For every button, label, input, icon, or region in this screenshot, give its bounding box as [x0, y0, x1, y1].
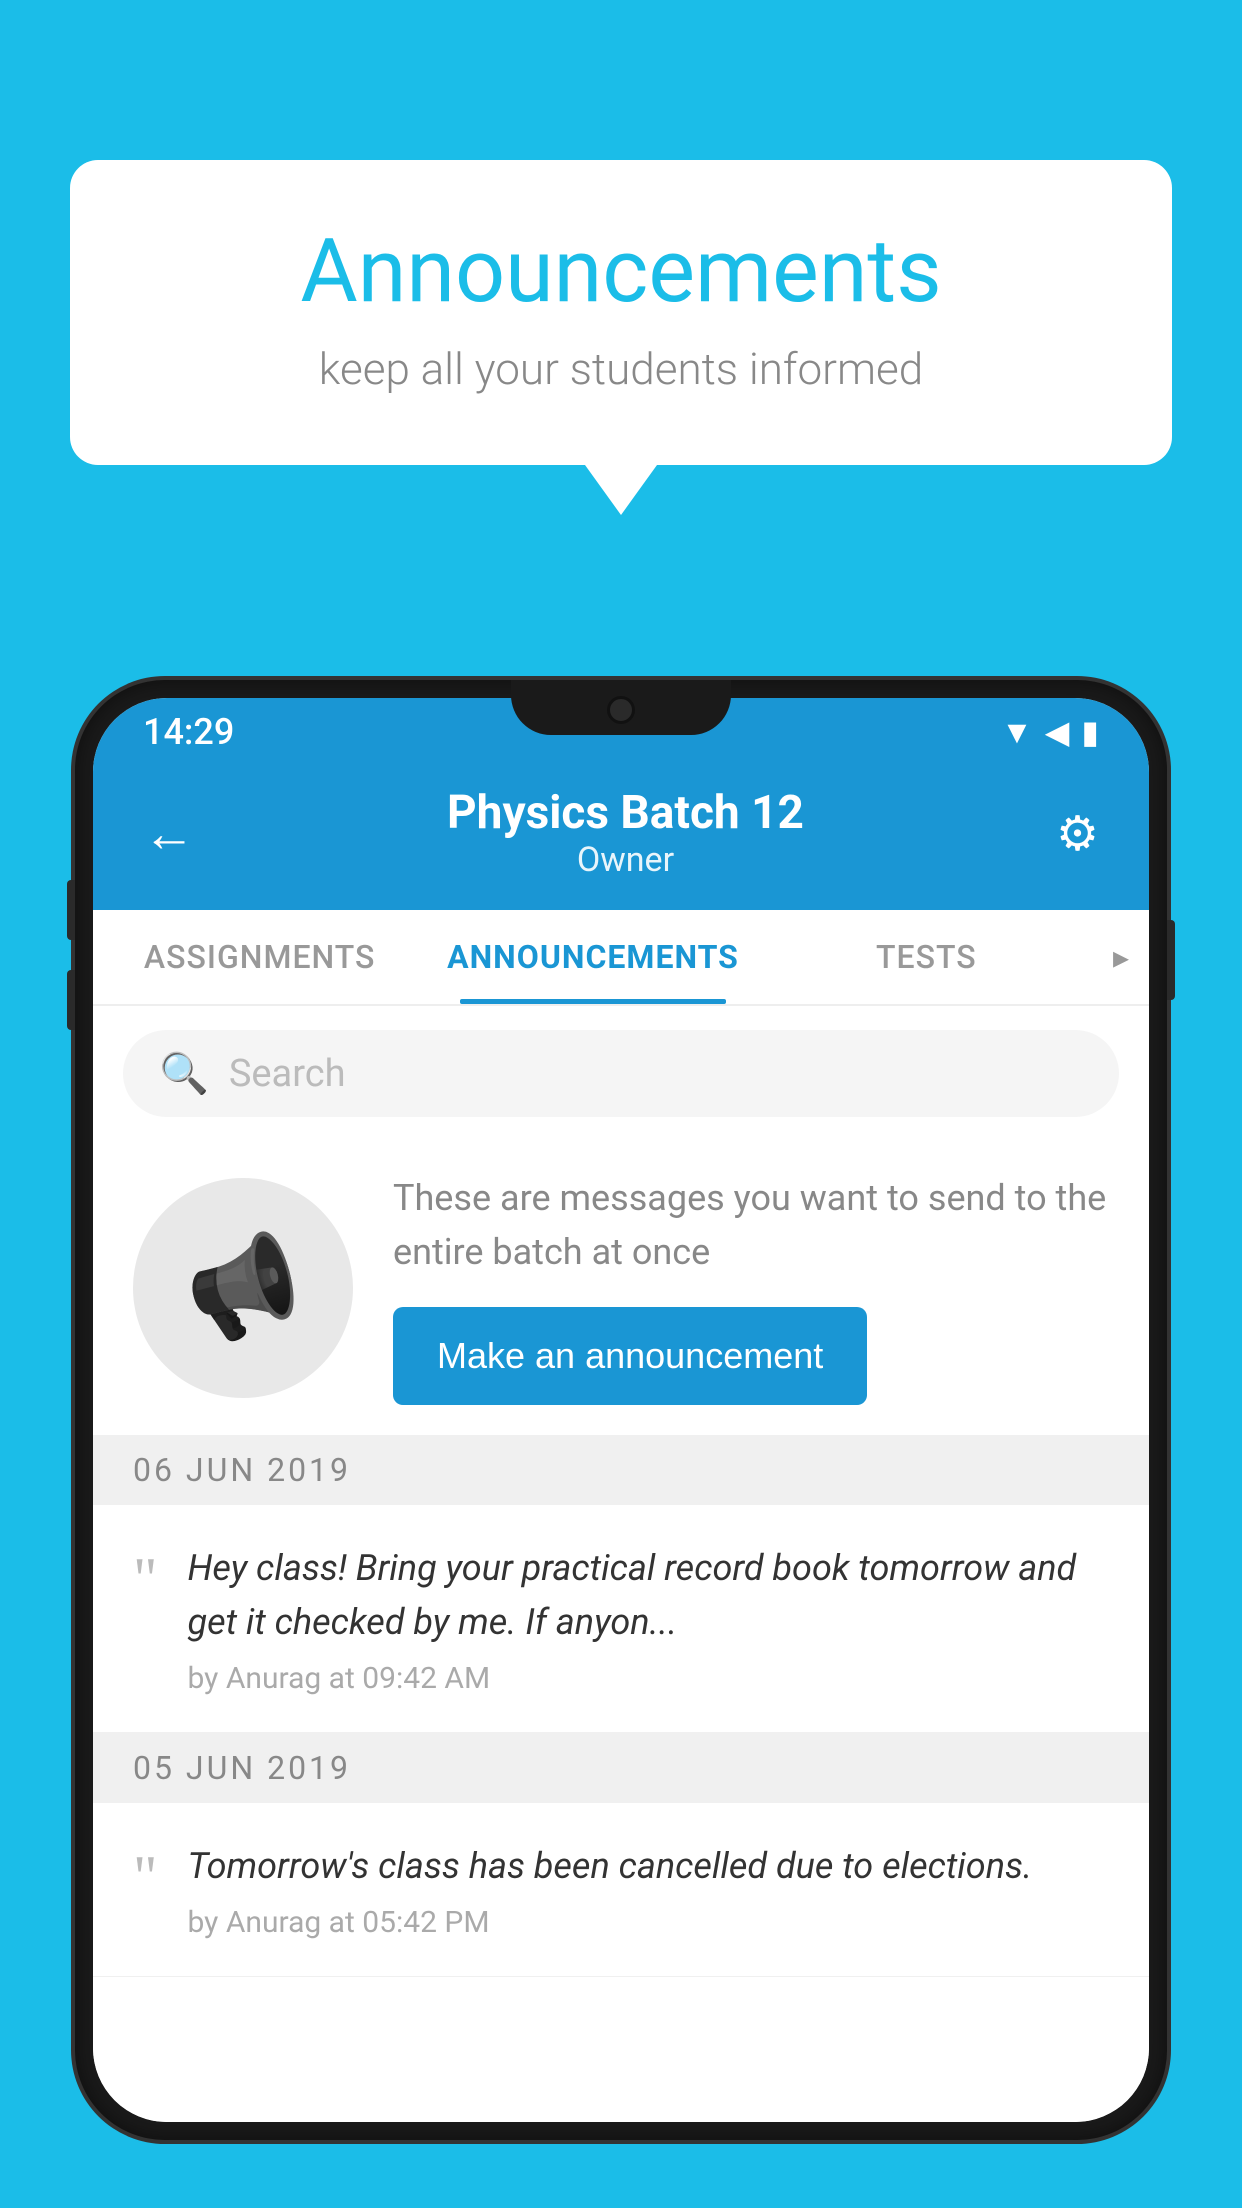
search-bar[interactable]: 🔍 Search — [123, 1030, 1119, 1117]
date-separator-1: 06 JUN 2019 — [93, 1435, 1149, 1505]
announcement-content-1: Hey class! Bring your practical record b… — [188, 1541, 1110, 1696]
status-time: 14:29 — [143, 711, 234, 753]
announcement-text-1: Hey class! Bring your practical record b… — [188, 1541, 1110, 1649]
tab-assignments[interactable]: ASSIGNMENTS — [93, 910, 426, 1004]
settings-icon[interactable]: ⚙ — [1056, 805, 1099, 862]
tab-more[interactable]: ▸ — [1093, 910, 1149, 1004]
batch-title: Physics Batch 12 — [447, 786, 804, 840]
announcement-item-1[interactable]: " Hey class! Bring your practical record… — [93, 1505, 1149, 1733]
front-camera — [607, 696, 635, 724]
promo-content: These are messages you want to send to t… — [393, 1171, 1109, 1405]
tabs-bar: ASSIGNMENTS ANNOUNCEMENTS TESTS ▸ — [93, 910, 1149, 1006]
back-button[interactable]: ← — [143, 803, 195, 864]
phone-notch — [511, 680, 731, 735]
speech-bubble-container: Announcements keep all your students inf… — [70, 160, 1172, 515]
header-center: Physics Batch 12 Owner — [447, 786, 804, 880]
speech-bubble: Announcements keep all your students inf… — [70, 160, 1172, 465]
status-icons: ▼ ◀ ▮ — [1001, 713, 1099, 751]
make-announcement-button[interactable]: Make an announcement — [393, 1307, 867, 1405]
announcement-meta-1: by Anurag at 09:42 AM — [188, 1661, 1110, 1696]
quote-icon-2: " — [133, 1847, 158, 1907]
speech-bubble-tail — [585, 465, 657, 515]
tab-announcements[interactable]: ANNOUNCEMENTS — [426, 910, 759, 1004]
megaphone-icon: 📢 — [175, 1223, 310, 1353]
bubble-subtitle: keep all your students informed — [150, 343, 1092, 395]
announcement-meta-2: by Anurag at 05:42 PM — [188, 1905, 1110, 1940]
signal-icon: ◀ — [1045, 713, 1070, 751]
wifi-icon: ▼ — [1001, 713, 1033, 751]
announcement-item-2[interactable]: " Tomorrow's class has been cancelled du… — [93, 1803, 1149, 1977]
phone-frame: 14:29 ▼ ◀ ▮ ← Physics Batch 12 Owner ⚙ — [75, 680, 1167, 2140]
promo-icon-circle: 📢 — [133, 1178, 353, 1398]
quote-icon-1: " — [133, 1549, 158, 1609]
power-button — [1167, 920, 1175, 1000]
vol-down-button — [67, 970, 75, 1030]
search-icon: 🔍 — [159, 1050, 209, 1097]
announcement-promo: 📢 These are messages you want to send to… — [93, 1141, 1149, 1435]
promo-description: These are messages you want to send to t… — [393, 1171, 1109, 1279]
batch-role: Owner — [447, 840, 804, 880]
date-separator-2: 05 JUN 2019 — [93, 1733, 1149, 1803]
announcement-text-2: Tomorrow's class has been cancelled due … — [188, 1839, 1110, 1893]
vol-up-button — [67, 880, 75, 940]
bubble-title: Announcements — [150, 220, 1092, 323]
app-header: ← Physics Batch 12 Owner ⚙ — [93, 766, 1149, 910]
tab-tests[interactable]: TESTS — [760, 910, 1093, 1004]
phone-screen: 14:29 ▼ ◀ ▮ ← Physics Batch 12 Owner ⚙ — [93, 698, 1149, 2122]
battery-icon: ▮ — [1081, 713, 1099, 751]
content-area: 🔍 Search 📢 These are messages you want t… — [93, 1006, 1149, 2122]
search-placeholder: Search — [229, 1052, 346, 1096]
phone-wrapper: 14:29 ▼ ◀ ▮ ← Physics Batch 12 Owner ⚙ — [75, 680, 1167, 2208]
announcement-content-2: Tomorrow's class has been cancelled due … — [188, 1839, 1110, 1940]
